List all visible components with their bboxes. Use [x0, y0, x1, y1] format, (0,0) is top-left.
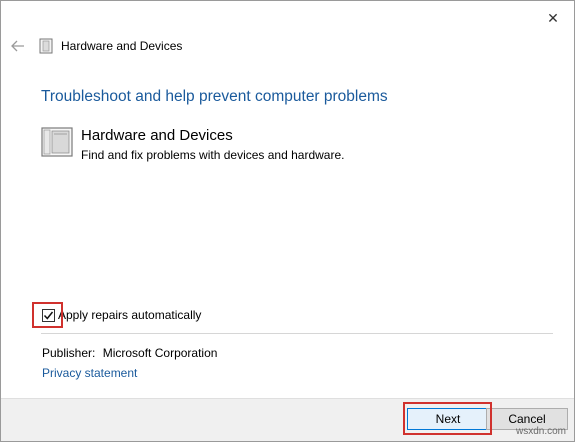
publisher-info: Publisher: Microsoft Corporation [42, 346, 217, 360]
troubleshooter-name: Hardware and Devices [81, 127, 233, 144]
publisher-value: Microsoft Corporation [102, 346, 218, 360]
publisher-label: Publisher: [42, 346, 96, 360]
window-title: Hardware and Devices [61, 39, 183, 53]
divider [41, 333, 553, 334]
privacy-statement-link[interactable]: Privacy statement [42, 366, 137, 380]
watermark: wsxdn.com [515, 426, 566, 437]
navigation-bar: Hardware and Devices [1, 31, 574, 61]
back-button[interactable] [11, 39, 25, 53]
close-button[interactable]: ✕ [542, 7, 564, 29]
highlight-box-next [403, 402, 492, 435]
page-heading: Troubleshoot and help prevent computer p… [41, 88, 388, 105]
troubleshooter-description: Find and fix problems with devices and h… [81, 148, 345, 162]
apply-repairs-label: Apply repairs automatically [58, 308, 202, 322]
apply-repairs-option[interactable]: Apply repairs automatically [42, 308, 201, 322]
hardware-device-icon [39, 38, 53, 54]
troubleshooter-window: ✕ Hardware and Devices Troubleshoot and … [0, 0, 575, 442]
hardware-device-icon [41, 127, 73, 157]
back-arrow-icon [11, 40, 24, 52]
highlight-box-checkbox [32, 302, 63, 328]
close-icon: ✕ [547, 9, 559, 26]
